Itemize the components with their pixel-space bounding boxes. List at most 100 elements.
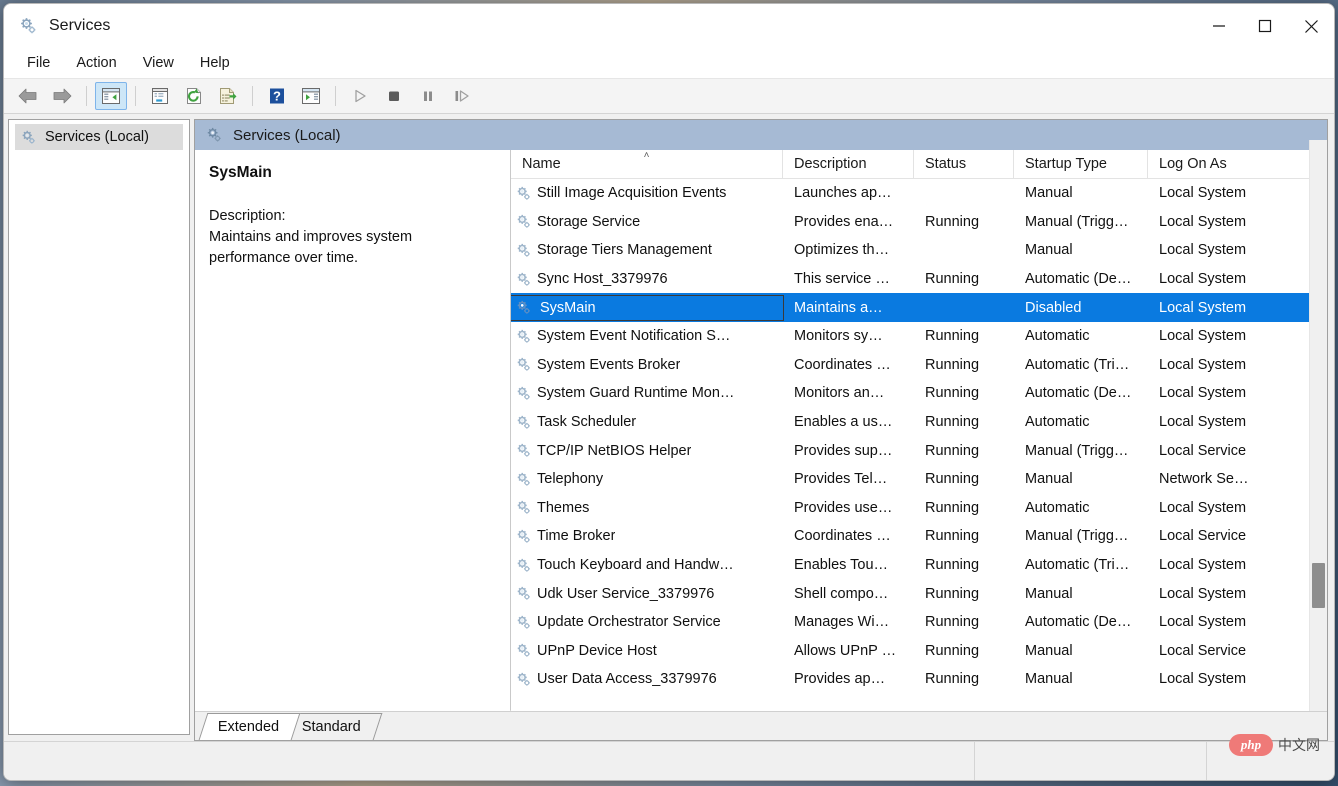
scrollbar-thumb[interactable] <box>1312 562 1325 609</box>
show-hide-console-tree-button[interactable] <box>95 82 127 110</box>
cell-startup: Manual (Trigg… <box>1025 213 1129 230</box>
content-area: Services (Local) Services (Local) SysMai… <box>4 114 1334 741</box>
pane-header-title: Services (Local) <box>233 126 341 144</box>
cell-status: Running <box>925 328 980 345</box>
play-icon <box>352 88 368 104</box>
column-header-startup[interactable]: Startup Type <box>1014 150 1148 178</box>
column-header-status[interactable]: Status <box>914 150 1014 178</box>
forward-button[interactable] <box>46 82 78 110</box>
cell-name: UPnP Device Host <box>511 639 783 663</box>
cell-logon: Local Service <box>1159 528 1247 545</box>
cell-logon: Local Service <box>1159 442 1247 459</box>
cell-startup: Automatic (De… <box>1025 385 1132 402</box>
vertical-scrollbar[interactable] <box>1309 140 1327 711</box>
cell-name: Udk User Service_3379976 <box>511 582 783 606</box>
service-name-label: UPnP Device Host <box>537 642 657 659</box>
console-tree-icon <box>101 87 121 105</box>
list-rows: Still Image Acquisition Events Launches a… <box>511 179 1327 711</box>
service-gear-icon <box>511 356 532 373</box>
table-row[interactable]: System Event Notification S… Monitors sy…… <box>511 322 1327 351</box>
table-row[interactable]: Update Orchestrator Service Manages Wi… Ru… <box>511 608 1327 637</box>
help-button[interactable]: ? <box>261 82 293 110</box>
cell-startup: Manual <box>1025 671 1073 688</box>
tab-extended[interactable]: Extended <box>198 713 301 740</box>
service-name-label: Update Orchestrator Service <box>537 614 721 631</box>
table-row[interactable]: Storage Tiers Management Optimizes th… Man… <box>511 236 1327 265</box>
refresh-page-icon <box>184 87 204 105</box>
toolbar-separator <box>252 86 253 106</box>
cell-logon: Local System <box>1159 585 1247 602</box>
maximize-button[interactable] <box>1242 4 1288 48</box>
table-row[interactable]: User Data Access_3379976 Provides ap… Runn… <box>511 665 1327 694</box>
service-gear-icon <box>511 185 532 202</box>
stop-service-button[interactable] <box>378 82 410 110</box>
service-gear-icon <box>511 499 532 516</box>
service-gear-icon <box>511 271 532 288</box>
cell-description: Coordinates … <box>794 356 891 373</box>
cell-status: Running <box>925 557 980 574</box>
svg-text:?: ? <box>273 89 281 104</box>
service-name-label: Storage Service <box>537 213 641 230</box>
cell-startup: Disabled <box>1025 299 1082 316</box>
services-window: Services File Action View Help ? Service… <box>3 3 1335 781</box>
refresh-button[interactable] <box>178 82 210 110</box>
table-row[interactable]: Udk User Service_3379976 Shell compo… Runn… <box>511 579 1327 608</box>
properties-button[interactable] <box>144 82 176 110</box>
cell-status: Running <box>925 414 980 431</box>
cell-logon: Local System <box>1159 213 1247 230</box>
table-row[interactable]: Sync Host_3379976 This service … Running Au… <box>511 265 1327 294</box>
cell-name: System Events Broker <box>511 353 783 377</box>
column-header-label: Startup Type <box>1025 156 1107 172</box>
table-row[interactable]: Touch Keyboard and Handw… Enables Tou… Run… <box>511 551 1327 580</box>
table-row[interactable]: Storage Service Provides ena… Running Manua… <box>511 208 1327 237</box>
export-list-button[interactable] <box>212 82 244 110</box>
menu-view[interactable]: View <box>132 52 185 74</box>
table-row[interactable]: UPnP Device Host Allows UPnP … Running Manu… <box>511 637 1327 666</box>
back-button[interactable] <box>12 82 44 110</box>
column-header-name[interactable]: Name ˄ <box>511 150 783 178</box>
menu-action[interactable]: Action <box>65 52 127 74</box>
cell-name: TCP/IP NetBIOS Helper <box>511 439 783 463</box>
table-row[interactable]: Telephony Provides Tel… Running Manual Netwo… <box>511 465 1327 494</box>
cell-startup: Manual <box>1025 242 1073 259</box>
cell-logon: Local Service <box>1159 642 1247 659</box>
table-row[interactable]: Task Scheduler Enables a us… Running Automa… <box>511 408 1327 437</box>
cell-name: Time Broker <box>511 524 783 548</box>
service-description-label: Description: <box>209 208 286 224</box>
cell-startup: Manual (Trigg… <box>1025 528 1129 545</box>
pause-service-button[interactable] <box>412 82 444 110</box>
list-header: Name ˄ Description Status Startup Type Log On… <box>511 150 1327 179</box>
tree-node-services-local[interactable]: Services (Local) <box>15 124 183 150</box>
restart-service-button[interactable] <box>446 82 478 110</box>
cell-description: Provides use… <box>794 499 893 516</box>
table-row[interactable]: Themes Provides use… Running Automatic Local… <box>511 494 1327 523</box>
menu-file[interactable]: File <box>16 52 61 74</box>
table-row[interactable]: TCP/IP NetBIOS Helper Provides sup… Runnin… <box>511 436 1327 465</box>
start-service-button[interactable] <box>344 82 376 110</box>
column-header-logon[interactable]: Log On As <box>1148 150 1327 178</box>
show-action-pane-button[interactable] <box>295 82 327 110</box>
cell-description: Provides sup… <box>794 442 893 459</box>
minimize-button[interactable] <box>1196 4 1242 48</box>
cell-name: Still Image Acquisition Events <box>511 181 783 205</box>
column-header-label: Log On As <box>1159 156 1227 172</box>
window-title: Services <box>49 17 111 34</box>
table-row[interactable]: Still Image Acquisition Events Launches a… <box>511 179 1327 208</box>
watermark-badge: php <box>1229 734 1273 756</box>
close-button[interactable] <box>1288 4 1334 48</box>
table-row[interactable]: Time Broker Coordinates … Running Manual (T… <box>511 522 1327 551</box>
table-row[interactable]: System Events Broker Coordinates … Running… <box>511 351 1327 380</box>
table-row[interactable]: SysMain Maintains a… Disabled Local System <box>511 293 1327 322</box>
service-gear-icon <box>511 328 532 345</box>
service-gear-icon <box>511 642 532 659</box>
service-detail-title: SysMain <box>209 164 272 181</box>
table-row[interactable]: System Guard Runtime Mon… Monitors an… Run… <box>511 379 1327 408</box>
help-question-icon: ? <box>267 87 287 105</box>
service-gear-icon <box>511 471 532 488</box>
column-header-description[interactable]: Description <box>783 150 914 178</box>
cell-logon: Network Se… <box>1159 471 1249 488</box>
service-name-label: SysMain <box>540 299 596 316</box>
menu-help[interactable]: Help <box>189 52 241 74</box>
tree-node-label: Services (Local) <box>45 129 149 145</box>
cell-name: Update Orchestrator Service <box>511 610 783 634</box>
